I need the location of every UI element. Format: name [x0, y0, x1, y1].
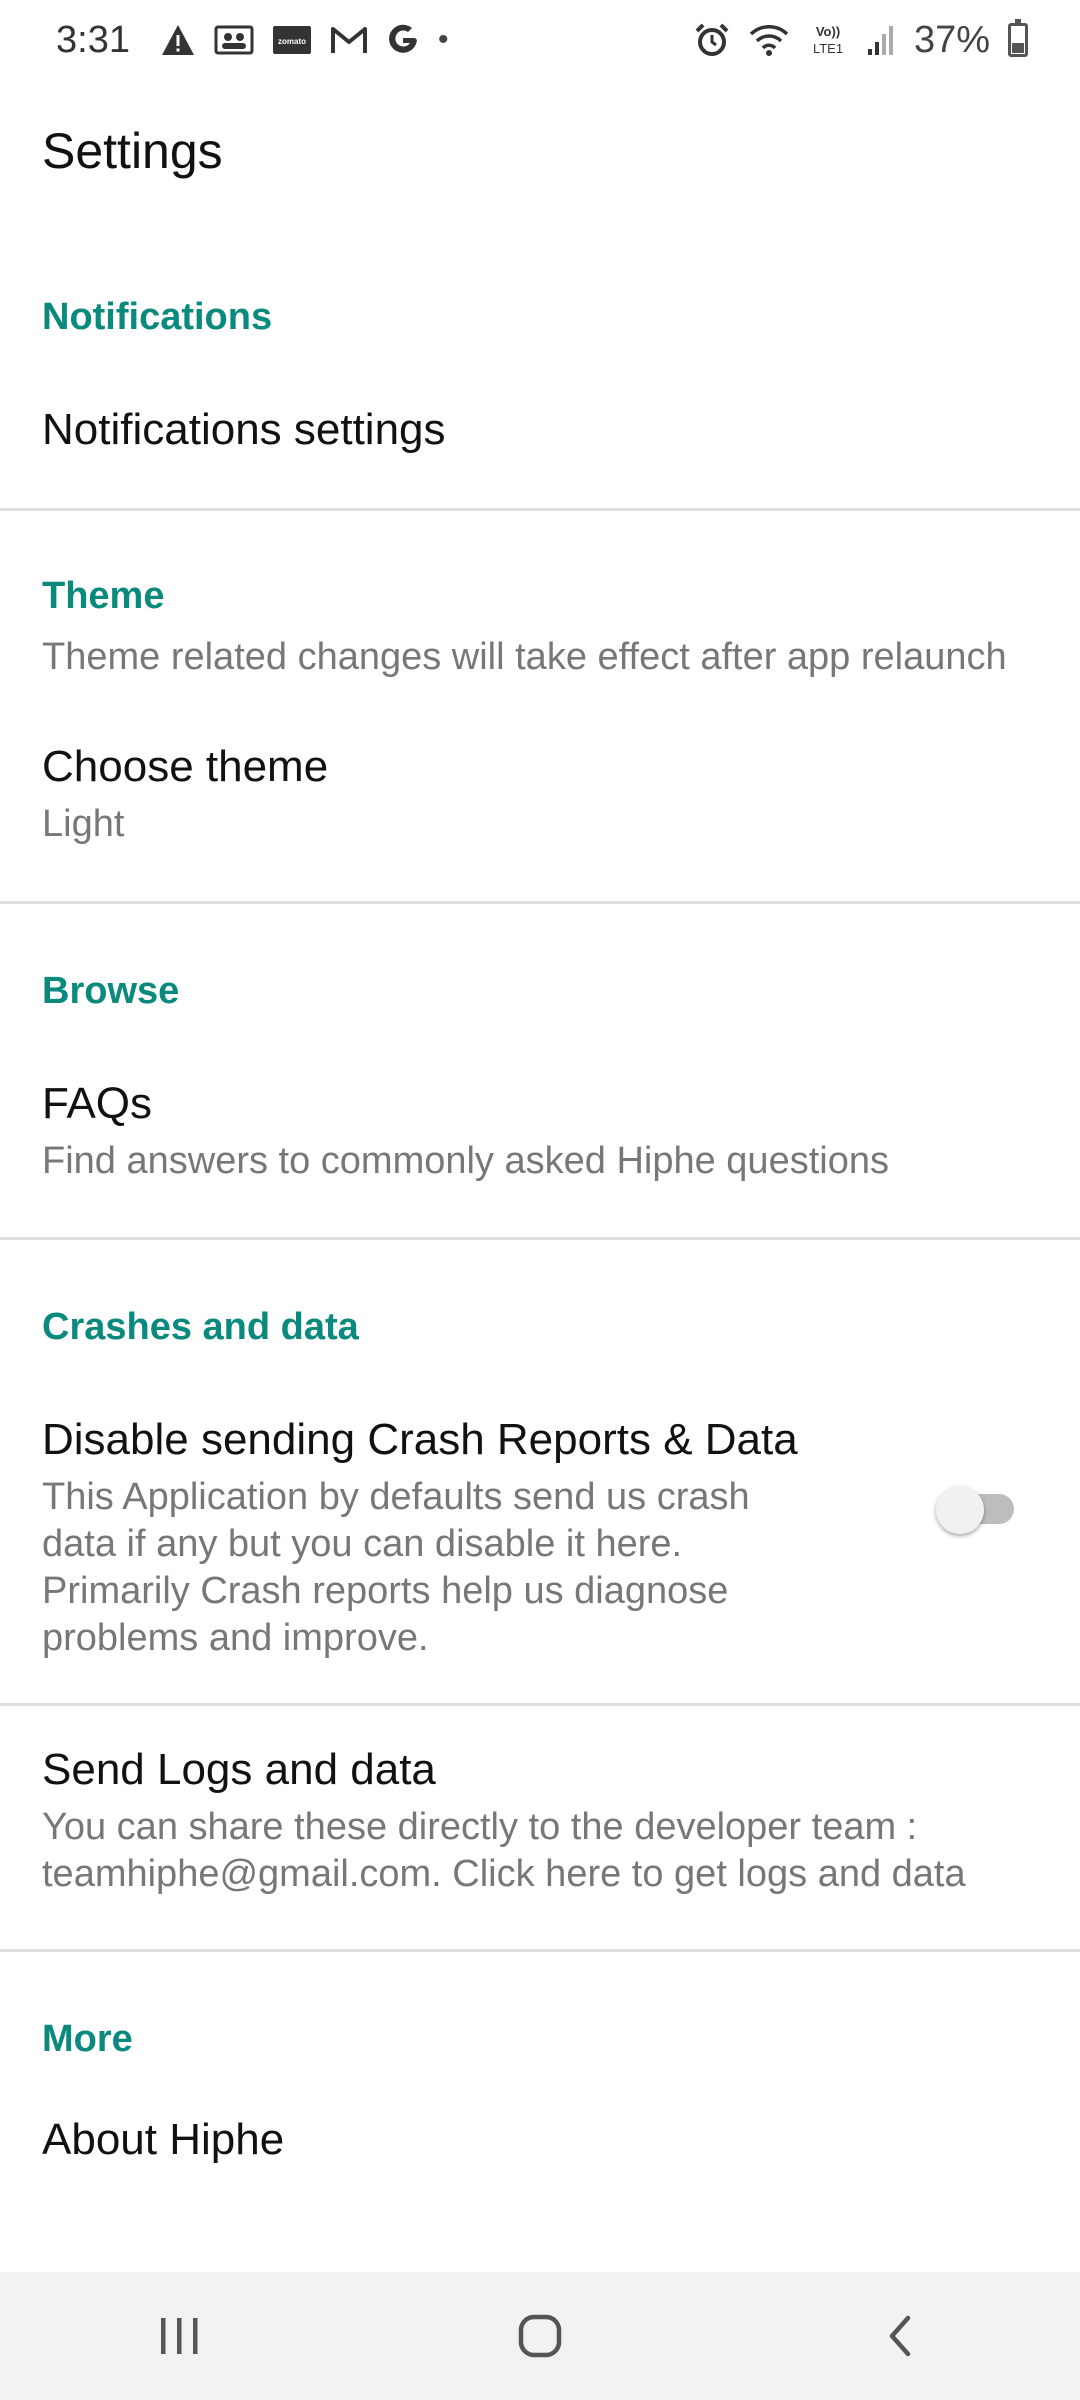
app-toolbar: Settings: [0, 80, 1080, 230]
pref-summary: This Application by defaults send us cra…: [42, 1476, 750, 1659]
settings-list[interactable]: Notifications Notifications settings The…: [0, 232, 1080, 2210]
pref-title: Choose theme: [42, 742, 329, 791]
warning-icon: [160, 20, 196, 60]
back-icon[interactable]: [840, 2286, 960, 2386]
page-title: Settings: [42, 123, 223, 179]
pref-title: FAQs: [42, 1079, 153, 1128]
category-crashes: Crashes and data: [42, 1306, 359, 1348]
pref-summary: You can share these directly to the deve…: [42, 1806, 966, 1895]
pref-send-logs[interactable]: Send Logs and data You can share these d…: [0, 1706, 1080, 1949]
status-time: 3:31: [56, 18, 130, 61]
pref-title: Notifications settings: [42, 405, 446, 454]
pref-title: Send Logs and data: [42, 1745, 436, 1794]
pref-summary: Find answers to commonly asked Hiphe que…: [42, 1140, 889, 1182]
volte-icon: Vo)) LTE1: [808, 20, 848, 60]
pref-title: About Hiphe: [42, 2115, 285, 2164]
recents-icon[interactable]: [120, 2286, 240, 2386]
alarm-icon: [694, 20, 730, 60]
more-notifications-dot: •: [437, 23, 449, 56]
svg-text:zomato: zomato: [278, 37, 306, 46]
category-theme: Theme Theme related changes will take ef…: [0, 511, 1080, 695]
category-notifications: Notifications: [42, 296, 273, 338]
pref-notifications-settings[interactable]: Notifications settings: [0, 382, 1080, 508]
pref-disable-crash-reports[interactable]: Disable sending Crash Reports & Data Thi…: [0, 1390, 1080, 1703]
svg-text:LTE1: LTE1: [813, 41, 843, 56]
toggle-thumb: [936, 1486, 984, 1534]
zomato-icon: zomato: [272, 20, 312, 60]
battery-icon: [1008, 19, 1028, 57]
pref-choose-theme[interactable]: Choose theme Light: [0, 695, 1080, 901]
pref-title: Disable sending Crash Reports & Data: [42, 1415, 798, 1464]
system-nav-bar: [0, 2272, 1080, 2400]
battery-percent: 37%: [913, 18, 990, 61]
google-icon: [386, 20, 420, 60]
category-summary: Theme related changes will take effect a…: [42, 636, 1007, 678]
gmail-icon: [330, 20, 368, 60]
pref-summary: Light: [42, 803, 125, 845]
crash-reports-toggle[interactable]: [936, 1486, 1014, 1534]
contacts-icon: [214, 20, 254, 60]
category-title: Theme: [42, 575, 165, 617]
status-bar: 3:31 zomato • Vo)) LTE1 37%: [0, 0, 1080, 80]
svg-text:Vo)): Vo)): [816, 24, 840, 39]
signal-icon: [866, 20, 896, 60]
wifi-icon: [748, 20, 790, 60]
pref-faqs[interactable]: FAQs Find answers to commonly asked Hiph…: [0, 1054, 1080, 1237]
category-more: More: [42, 2018, 133, 2060]
home-icon[interactable]: [480, 2286, 600, 2386]
category-browse: Browse: [42, 970, 180, 1012]
pref-about-hiphe[interactable]: About Hiphe: [0, 2090, 1080, 2210]
